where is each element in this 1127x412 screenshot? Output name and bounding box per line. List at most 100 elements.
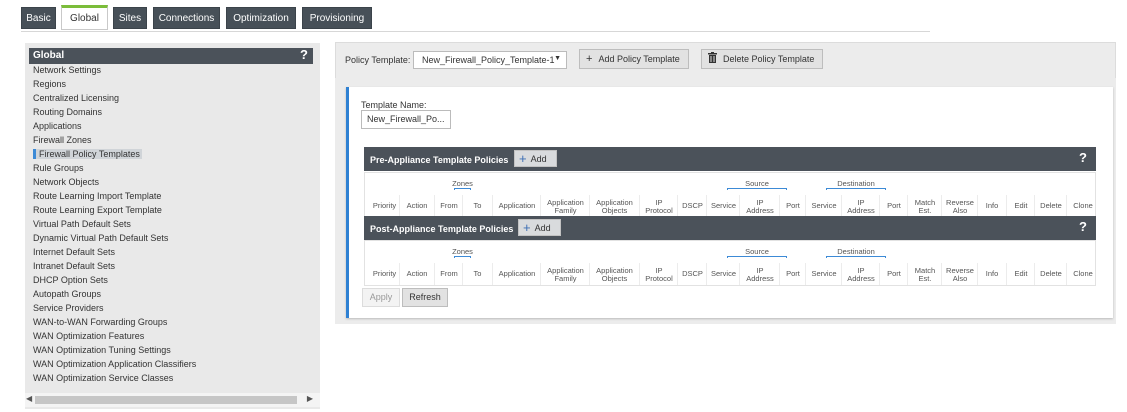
column-group-label: Source	[745, 247, 769, 256]
column-divider	[879, 263, 880, 285]
sidebar-horizontal-scrollbar[interactable]: ◀ ▶	[25, 393, 320, 407]
column-group-bracket	[727, 188, 787, 190]
column-divider	[907, 195, 908, 217]
policy-template-select[interactable]: New_Firewall_Policy_Template-1 ▼	[413, 51, 567, 69]
column-divider	[706, 263, 707, 285]
column-header: Port	[781, 202, 805, 210]
help-icon[interactable]: ?	[1079, 150, 1087, 165]
column-header-text: Est.	[918, 206, 932, 215]
column-divider	[739, 195, 740, 217]
post-appliance-table-header: Priority Action From To Application Applicati…	[364, 240, 1096, 286]
column-header: From	[436, 270, 462, 278]
column-header: Action	[401, 270, 433, 278]
sidebar-item[interactable]: Service Providers	[33, 303, 104, 313]
column-header-text: DSCP	[682, 201, 703, 210]
delete-policy-template-button[interactable]: Delete Policy Template	[701, 49, 823, 69]
sidebar-item[interactable]: WAN Optimization Application Classifiers	[33, 359, 196, 369]
column-header-text: Port	[786, 269, 800, 278]
column-divider	[941, 263, 942, 285]
sidebar-item[interactable]: Network Settings	[33, 65, 101, 75]
sidebar-item[interactable]: Centralized Licensing	[33, 93, 119, 103]
column-header: Application	[494, 270, 540, 278]
column-group-label: Zones	[452, 179, 473, 188]
column-group-label: Destination	[837, 179, 875, 188]
tab-divider	[21, 31, 930, 32]
refresh-button[interactable]: Refresh	[402, 288, 448, 307]
sidebar-item[interactable]: Routing Domains	[33, 107, 102, 117]
sidebar-item[interactable]: Network Objects	[33, 177, 99, 187]
column-group-bracket	[727, 256, 787, 258]
post-appliance-section-header: Post-Appliance Template Policies + Add ?	[364, 216, 1096, 240]
add-policy-template-button[interactable]: + Add Policy Template	[579, 49, 689, 69]
column-header: Priority	[371, 202, 398, 210]
post-appliance-title: Post-Appliance Template Policies	[370, 224, 514, 234]
sidebar-item[interactable]: Rule Groups	[33, 163, 84, 173]
template-name-label: Template Name:	[361, 100, 427, 110]
column-header-text: Address	[847, 206, 875, 215]
plus-icon: +	[519, 151, 527, 166]
apply-button[interactable]: Apply	[362, 288, 400, 307]
column-divider	[977, 195, 978, 217]
sidebar-item[interactable]: Route Learning Import Template	[33, 191, 161, 201]
post-appliance-add-button[interactable]: + Add	[518, 219, 561, 236]
sidebar-item[interactable]: Applications	[33, 121, 82, 131]
column-header-text: Application	[498, 201, 536, 210]
template-name-input[interactable]: New_Firewall_Po...	[361, 110, 451, 129]
column-header-text: Service	[811, 201, 837, 210]
scroll-left-icon[interactable]: ◀	[26, 394, 32, 403]
scrollbar-thumb[interactable]	[35, 396, 297, 404]
column-divider	[805, 263, 806, 285]
column-header: Application Family	[542, 267, 589, 283]
sidebar-item[interactable]: WAN-to-WAN Forwarding Groups	[33, 317, 167, 327]
column-header: Reverse Also	[943, 267, 977, 283]
scroll-right-icon[interactable]: ▶	[307, 394, 313, 403]
sidebar-item[interactable]: WAN Optimization Service Classes	[33, 373, 173, 383]
tab-connections[interactable]: Connections	[153, 7, 220, 29]
column-header-text: From	[440, 269, 458, 278]
column-header: Port	[881, 270, 907, 278]
column-header-text: Family	[554, 206, 577, 215]
column-header-text: Info	[985, 269, 999, 278]
tab-provisioning[interactable]: Provisioning	[302, 7, 372, 29]
sidebar-item[interactable]: Firewall Policy Templates	[33, 149, 142, 159]
column-header: IP Protocol	[641, 199, 677, 215]
column-header: IP Address	[741, 199, 779, 215]
column-header-text: Address	[746, 206, 774, 215]
sidebar-item[interactable]: Dynamic Virtual Path Default Sets	[33, 233, 168, 243]
help-icon[interactable]: ?	[300, 47, 308, 62]
column-header: Clone	[1068, 270, 1098, 278]
column-header: Application Objects	[591, 267, 638, 283]
sidebar-item[interactable]: Autopath Groups	[33, 289, 101, 299]
sidebar-header: Global ?	[29, 47, 313, 64]
sidebar-item[interactable]: Regions	[33, 79, 66, 89]
sidebar-item[interactable]: Intranet Default Sets	[33, 261, 115, 271]
column-divider	[879, 195, 880, 217]
plus-icon: +	[586, 53, 593, 65]
tab-global[interactable]: Global	[61, 5, 108, 30]
column-header: Port	[881, 202, 907, 210]
sidebar-item[interactable]: Firewall Zones	[33, 135, 92, 145]
column-header: IP Protocol	[641, 267, 677, 283]
column-header-text: Delete	[1040, 201, 1062, 210]
column-header: Service	[708, 270, 739, 278]
column-divider	[1006, 263, 1007, 285]
sidebar-item[interactable]: Internet Default Sets	[33, 247, 115, 257]
column-header: Port	[781, 270, 805, 278]
tab-sites[interactable]: Sites	[113, 7, 147, 29]
column-divider	[399, 263, 400, 285]
column-header: Edit	[1008, 270, 1034, 278]
tab-optimization[interactable]: Optimization	[226, 7, 296, 29]
column-divider	[399, 195, 400, 217]
column-header-text: To	[473, 269, 482, 278]
trash-icon	[708, 52, 717, 66]
tab-basic[interactable]: Basic	[21, 7, 56, 29]
sidebar-item[interactable]: DHCP Option Sets	[33, 275, 108, 285]
help-icon[interactable]: ?	[1079, 219, 1087, 234]
sidebar-item[interactable]: WAN Optimization Tuning Settings	[33, 345, 171, 355]
sidebar-item[interactable]: Virtual Path Default Sets	[33, 219, 131, 229]
pre-appliance-add-button[interactable]: + Add	[514, 150, 557, 167]
sidebar-item[interactable]: Route Learning Export Template	[33, 205, 162, 215]
sidebar-item[interactable]: WAN Optimization Features	[33, 331, 144, 341]
dropdown-arrow-icon: ▼	[554, 55, 561, 62]
column-header: Clone	[1068, 202, 1098, 210]
